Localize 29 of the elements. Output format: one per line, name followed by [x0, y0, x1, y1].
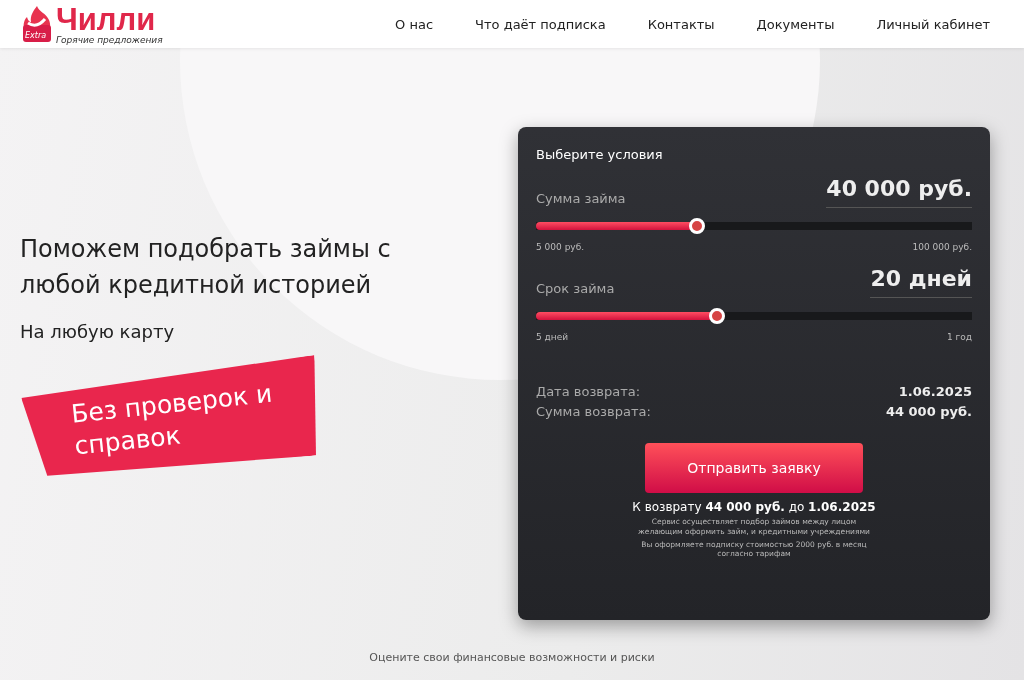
summary-label: Дата возврата:	[536, 383, 641, 401]
slider-max-label: 100 000 руб.	[912, 242, 972, 252]
logo-wordmark: Чилли	[56, 3, 157, 35]
submit-button[interactable]: Отправить заявку	[645, 443, 863, 493]
slider-label: Срок займа	[536, 281, 615, 296]
nav-link[interactable]: О нас	[395, 16, 434, 32]
summary-value: 44 000 руб.	[885, 402, 972, 421]
slider-max-label: 1 год	[946, 332, 972, 342]
nav-link[interactable]: Документы	[756, 16, 835, 32]
nav-link[interactable]: Личный кабинет	[876, 16, 990, 32]
slider-min-label: 5 дней	[536, 332, 569, 342]
hero-title: Поможем подобрать займы с любой кредитной историей	[20, 234, 392, 301]
nav-link[interactable]: Контакты	[647, 16, 715, 32]
repayment-total: К возврату 44 000 руб. до 1.06.2025	[631, 500, 877, 514]
slider-min-label: 5 000 руб.	[536, 242, 585, 252]
calculator-title: Выберите условия	[536, 147, 664, 162]
slider-label: Сумма займа	[536, 191, 626, 206]
logo-tagline: Горячие предложения	[56, 35, 163, 45]
slider-value: 20 дней	[870, 266, 972, 298]
nav-link[interactable]: Что даёт подписка	[475, 16, 606, 32]
slider-thumb[interactable]	[689, 218, 706, 234]
summary-label: Сумма возврата:	[536, 402, 651, 421]
logo-extra-label: Extra	[25, 30, 47, 40]
slider-value: 40 000 руб.	[826, 176, 972, 208]
summary-value: 1.06.2025	[898, 383, 972, 401]
hero-subtitle: На любую карту	[20, 321, 176, 342]
slider-thumb[interactable]	[708, 308, 725, 324]
chili-flame-icon	[20, 5, 54, 43]
footer-text: Оцените свои финансовые возможности и риски	[368, 651, 656, 664]
